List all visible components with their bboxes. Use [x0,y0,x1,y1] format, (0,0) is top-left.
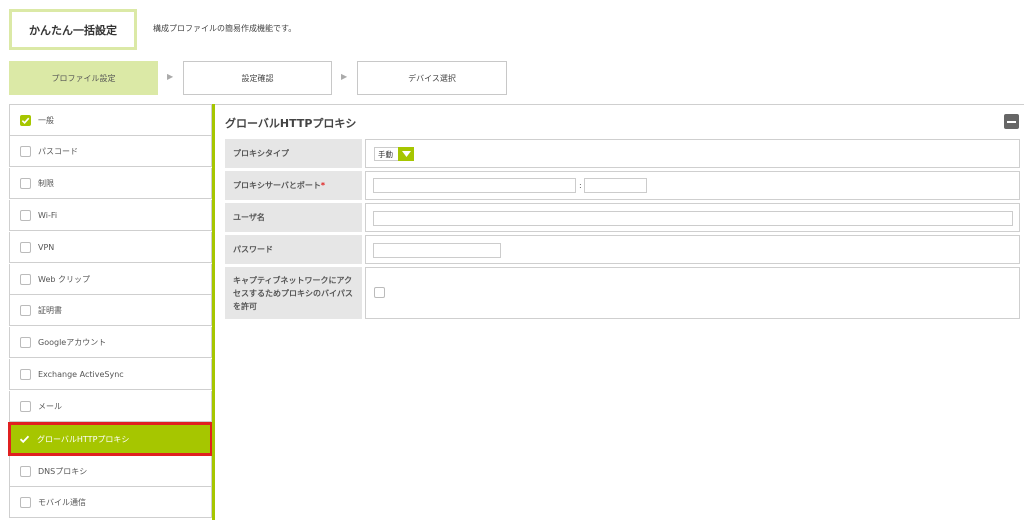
checkbox-icon[interactable] [20,177,31,189]
sidebar-item-exchange-activesync[interactable]: Exchange ActiveSync [9,359,212,390]
checkbox-checked-icon[interactable] [20,114,31,126]
page-subtitle: 構成プロファイルの簡易作成機能です。 [153,24,297,33]
checkbox-icon[interactable] [20,496,31,508]
proxy-type-value: 手動 [378,149,393,159]
sidebar-item-label: DNSプロキシ [38,466,88,476]
checkbox-icon[interactable] [20,336,31,348]
proxy-type-select[interactable]: 手動 [374,147,414,161]
proxy-port-input[interactable] [584,178,647,193]
proxy-server-label: プロキシサーバとポート * [225,171,362,200]
checkbox-icon[interactable] [20,273,31,285]
proxy-type-field: 手動 [365,139,1020,168]
password-label: パスワード [225,235,362,264]
step-confirm-settings[interactable]: 設定確認 [183,61,332,95]
username-label: ユーザ名 [225,203,362,232]
sidebar-item-global-http-proxy[interactable]: グローバルHTTPプロキシ [8,422,213,456]
sidebar-item-web-clip[interactable]: Web クリップ [9,264,212,295]
username-input[interactable] [373,211,1013,226]
sidebar-item-label: 証明書 [38,305,62,315]
sidebar-item-label: 一般 [38,115,54,125]
sidebar-item-wifi[interactable]: Wi-Fi [9,200,212,231]
checkbox-icon[interactable] [20,145,31,157]
sidebar-item-label: パスコード [38,146,78,156]
checkbox-icon[interactable] [20,241,31,253]
sidebar-divider [212,104,215,520]
collapse-button[interactable] [1004,114,1019,129]
sidebar-item-label: モバイル通信 [38,497,86,507]
checkbox-icon[interactable] [20,368,31,380]
captive-bypass-checkbox[interactable] [374,287,385,298]
sidebar-item-general[interactable]: 一般 [9,105,212,136]
proxy-type-label: プロキシタイプ [225,139,362,168]
username-field [365,203,1020,232]
page-title: かんたん一括設定 [9,9,137,50]
proxy-server-input[interactable] [373,178,576,193]
password-field [365,235,1020,264]
panel-divider [215,104,1024,105]
sidebar: 一般 パスコード 制限 Wi-Fi VPN Web クリップ 証明書 Googl… [8,104,215,520]
step-arrow-icon: ▶ [167,72,174,81]
required-mark: * [320,181,326,190]
sidebar-item-passcode[interactable]: パスコード [9,136,212,167]
sidebar-item-mail[interactable]: メール [9,391,212,422]
sidebar-item-certificate[interactable]: 証明書 [9,295,212,326]
checkbox-icon[interactable] [20,304,31,316]
sidebar-item-label: 制限 [38,178,54,188]
sidebar-item-label: Wi-Fi [38,210,58,220]
sidebar-item-label: VPN [38,242,55,252]
checkbox-icon[interactable] [20,209,31,221]
sidebar-item-google-account[interactable]: Googleアカウント [9,327,212,358]
step-profile-settings[interactable]: プロファイル設定 [9,61,158,95]
proxy-server-field: : [365,171,1020,200]
sidebar-item-cellular[interactable]: モバイル通信 [9,487,212,518]
port-separator: : [579,181,582,190]
checkmark-icon[interactable] [19,434,30,445]
sidebar-item-vpn[interactable]: VPN [9,232,212,263]
sidebar-item-label: Exchange ActiveSync [38,369,124,379]
panel-title: グローバルHTTPプロキシ [225,117,357,130]
checkbox-icon[interactable] [20,400,31,412]
sidebar-item-label: グローバルHTTPプロキシ [37,434,130,444]
step-arrow-icon: ▶ [341,72,348,81]
dropdown-arrow-icon[interactable] [398,147,414,161]
proxy-server-label-text: プロキシサーバとポート [233,181,321,190]
sidebar-item-restrictions[interactable]: 制限 [9,168,212,199]
sidebar-item-label: Googleアカウント [38,337,107,347]
captive-bypass-label: キャプティブネットワークにアクセスするためプロキシのバイパスを許可 [225,267,362,319]
checkbox-icon[interactable] [20,465,31,477]
captive-bypass-field [365,267,1020,319]
sidebar-item-dns-proxy[interactable]: DNSプロキシ [9,456,212,487]
password-input[interactable] [373,243,501,258]
minus-icon [1007,121,1016,123]
step-device-select[interactable]: デバイス選択 [357,61,507,95]
sidebar-item-label: メール [38,401,62,411]
sidebar-item-label: Web クリップ [38,274,90,284]
